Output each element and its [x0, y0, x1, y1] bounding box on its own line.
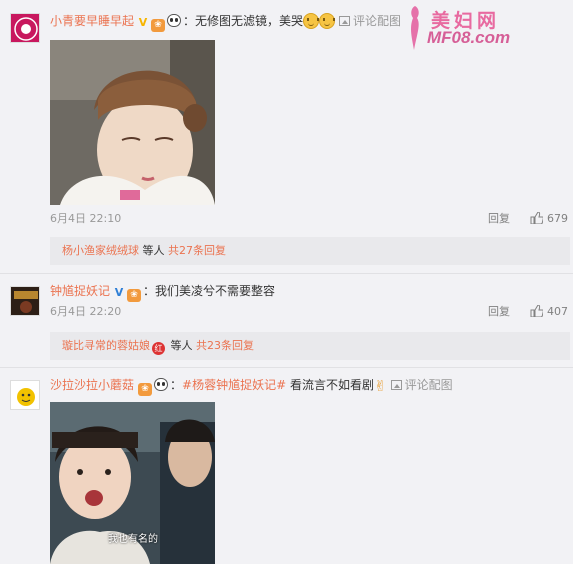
comment-photo[interactable] [50, 40, 215, 205]
comment-pic-link[interactable]: 评论配图 [390, 378, 453, 392]
video-subtitle: 我也有名的 [108, 534, 158, 545]
topic-tag-link[interactable]: #杨蓉钟馗捉妖记# [182, 378, 286, 392]
like-button[interactable]: 679 [530, 211, 568, 227]
sub-reply-mid: 等人 [167, 339, 196, 352]
smile-emoji-icon [303, 13, 320, 29]
member-badge-icon: ❀ [127, 289, 142, 302]
member-badge-icon: ❀ [151, 19, 166, 32]
smile-emoji-icon [319, 13, 336, 29]
sub-reply-user[interactable]: 璇比寻常的蓉姑娘 [62, 339, 150, 352]
comment-line: 沙拉沙拉小蘑菇 ❀ ：#杨蓉钟馗捉妖记# 看流言不如看剧✌ 评论配图 [50, 376, 453, 396]
picture-icon [390, 380, 402, 390]
username-link[interactable]: 沙拉沙拉小蘑菇 [50, 378, 134, 392]
comment-pic-link[interactable]: 评论配图 [339, 14, 401, 28]
comment-text-sep: ： [170, 378, 183, 392]
comment-time: 6月4日 22:20 [50, 305, 122, 318]
red-badge-icon: 红 [152, 342, 165, 355]
panda-emoji-icon [154, 378, 169, 391]
comment-item: 小青要早睡早起 V ❀ ：无修图无滤镜，美哭 评论配图 6月4日 22:10 回复 67… [0, 0, 573, 265]
comment-line: 小青要早睡早起 V ❀ ：无修图无滤镜，美哭 评论配图 [50, 12, 401, 32]
avatar[interactable] [10, 380, 40, 410]
username-link[interactable]: 钟馗捉妖记 [50, 284, 110, 298]
yellow-cartoon-avatar-icon [11, 381, 39, 409]
avatar[interactable] [10, 13, 40, 43]
comment-meta: 6月4日 22:20 回复 407 [50, 304, 570, 320]
thumbs-up-icon [530, 212, 543, 224]
like-count: 679 [547, 212, 568, 225]
picture-icon [339, 16, 351, 26]
sub-replies-bar[interactable]: 璇比寻常的蓉姑娘红 等人 共23条回复 [50, 332, 570, 360]
thumbs-up-icon [530, 305, 543, 317]
ok-hand-emoji-icon: ✌ [373, 377, 387, 395]
comment-photo[interactable]: 我也有名的 [50, 402, 215, 564]
verified-v-icon: V [138, 16, 148, 29]
comment-time: 6月4日 22:10 [50, 212, 122, 225]
comment-text: ：我们美凌兮不需要整容 [143, 284, 276, 298]
like-button[interactable]: 407 [530, 304, 568, 320]
pink-round-logo-avatar-icon [14, 17, 38, 41]
comment-meta: 6月4日 22:10 回复 679 [50, 211, 570, 227]
comment-line: 钟馗捉妖记 V ❀ ：我们美凌兮不需要整容 [50, 282, 276, 302]
avatar[interactable] [10, 286, 40, 316]
movie-poster-avatar-icon [11, 287, 39, 315]
comment-item: 沙拉沙拉小蘑菇 ❀ ：#杨蓉钟馗捉妖记# 看流言不如看剧✌ 评论配图 我也有名的 [0, 368, 573, 564]
reply-button[interactable]: 回复 [488, 211, 510, 227]
comment-text: 看流言不如看剧 [286, 378, 374, 392]
member-badge-icon: ❀ [138, 383, 153, 396]
sub-reply-count-link[interactable]: 共23条回复 [196, 339, 254, 352]
username-link[interactable]: 小青要早睡早起 [50, 14, 134, 28]
comment-text: ：无修图无滤镜，美哭 [183, 14, 304, 28]
panda-emoji-icon [167, 14, 182, 27]
sub-replies-bar[interactable]: 杨小渔家绒绒球 等人 共27条回复 [50, 237, 570, 265]
verified-v-icon: V [114, 286, 124, 299]
comment-item: 钟馗捉妖记 V ❀ ：我们美凌兮不需要整容 6月4日 22:20 回复 407 璇比寻… [0, 274, 573, 364]
portrait-photo-woman-bangs-icon [50, 40, 215, 205]
sub-reply-mid: 等人 [139, 244, 168, 257]
like-count: 407 [547, 305, 568, 318]
reply-button[interactable]: 回复 [488, 304, 510, 320]
sub-reply-user[interactable]: 杨小渔家绒绒球 [62, 244, 139, 257]
sub-reply-count-link[interactable]: 共27条回复 [168, 244, 226, 257]
